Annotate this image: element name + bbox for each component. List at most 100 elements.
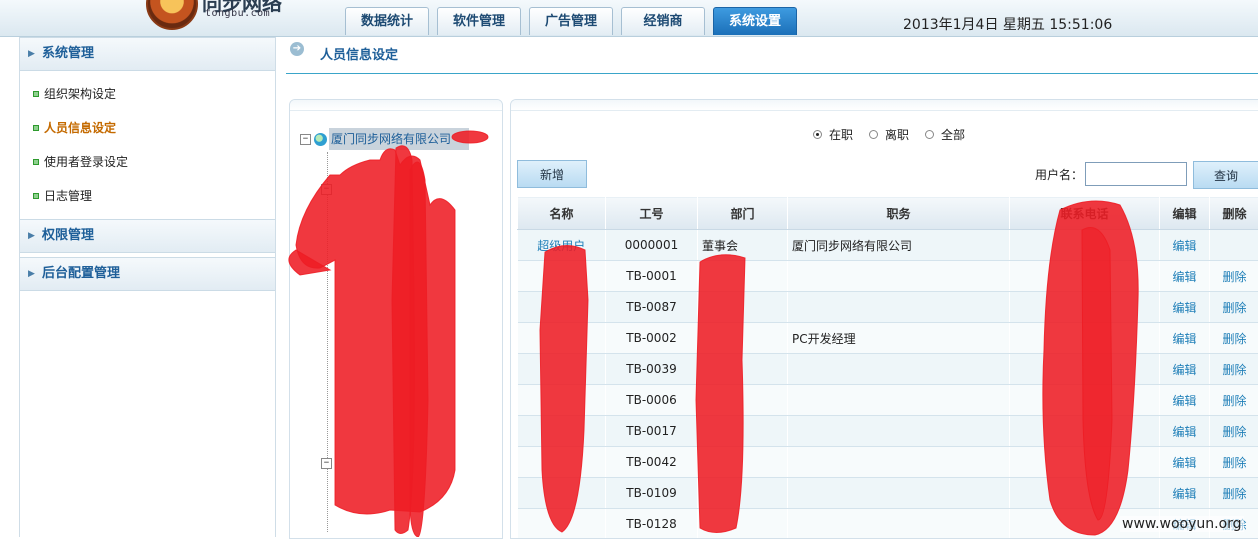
sidebar-item-login-settings[interactable]: 使用者登录设定 bbox=[20, 145, 275, 179]
cell-id: TB-0128 bbox=[606, 509, 698, 539]
cell-dept bbox=[698, 447, 788, 478]
cell-title bbox=[788, 509, 1010, 539]
status-filter: 在职 离职 全部 bbox=[813, 126, 965, 143]
sidebar-item-log-management[interactable]: 日志管理 bbox=[20, 179, 275, 213]
query-button[interactable]: 查询 bbox=[1193, 161, 1258, 189]
cell-title bbox=[788, 447, 1010, 478]
tree-root-node[interactable]: − 厦门同步网络有限公司 bbox=[300, 128, 469, 150]
delete-link[interactable]: 删除 bbox=[1210, 447, 1258, 478]
panel-header bbox=[290, 100, 502, 111]
sidebar-item-org-structure[interactable]: 组织架构设定 bbox=[20, 77, 275, 111]
cell-phone bbox=[1010, 478, 1160, 509]
edit-link[interactable]: 编辑 bbox=[1160, 230, 1210, 261]
delete-link[interactable]: 删除 bbox=[1210, 385, 1258, 416]
collapse-icon[interactable]: − bbox=[321, 458, 332, 469]
add-button[interactable]: 新增 bbox=[517, 160, 587, 188]
table-row: TB-0006 编辑 删除 bbox=[518, 385, 1258, 416]
delete-link[interactable]: 删除 bbox=[1210, 416, 1258, 447]
cell-dept bbox=[698, 292, 788, 323]
collapse-icon[interactable]: − bbox=[300, 134, 311, 145]
column-header: 名称 bbox=[518, 197, 606, 230]
edit-link[interactable]: 编辑 bbox=[1160, 447, 1210, 478]
delete-link[interactable]: 删除 bbox=[1210, 261, 1258, 292]
edit-link[interactable]: 编辑 bbox=[1160, 354, 1210, 385]
collapse-icon[interactable]: − bbox=[321, 184, 332, 195]
table-row: TB-0039 编辑 删除 bbox=[518, 354, 1258, 385]
cell-name bbox=[518, 447, 606, 478]
radio-unchecked-icon bbox=[869, 130, 878, 139]
cell-dept bbox=[698, 509, 788, 539]
sidebar-item-label: 日志管理 bbox=[44, 189, 92, 203]
logo-subtitle: tongbu.com bbox=[205, 8, 270, 19]
delete-link[interactable]: 删除 bbox=[1210, 292, 1258, 323]
edit-link[interactable]: 编辑 bbox=[1160, 292, 1210, 323]
cell-name[interactable]: 超级用户 bbox=[518, 230, 606, 261]
bullet-icon bbox=[33, 159, 39, 165]
left-sidebar: ▶ 系统管理 组织架构设定 人员信息设定 使用者登录设定 日志管理 ▶ 权限管理… bbox=[19, 37, 276, 537]
edit-link[interactable]: 编辑 bbox=[1160, 323, 1210, 354]
cell-dept bbox=[698, 261, 788, 292]
tree-connector bbox=[327, 152, 328, 532]
cell-phone bbox=[1010, 354, 1160, 385]
radio-active-staff[interactable]: 在职 bbox=[813, 126, 853, 143]
edit-link[interactable]: 编辑 bbox=[1160, 261, 1210, 292]
radio-checked-icon bbox=[813, 130, 822, 139]
column-header: 联系电话 bbox=[1010, 197, 1160, 230]
cell-id: TB-0006 bbox=[606, 385, 698, 416]
delete-link[interactable] bbox=[1210, 230, 1258, 261]
cell-dept bbox=[698, 354, 788, 385]
cell-name bbox=[518, 323, 606, 354]
edit-link[interactable]: 编辑 bbox=[1160, 416, 1210, 447]
cell-phone bbox=[1010, 230, 1160, 261]
tab-software[interactable]: 软件管理 bbox=[437, 7, 521, 35]
radio-label: 在职 bbox=[829, 126, 853, 143]
tab-system-settings[interactable]: 系统设置 bbox=[713, 7, 797, 35]
table-row: TB-0042 编辑 删除 bbox=[518, 447, 1258, 478]
table-row: TB-0002 PC开发经理 编辑 删除 bbox=[518, 323, 1258, 354]
sidebar-item-label: 使用者登录设定 bbox=[44, 155, 128, 169]
cell-title bbox=[788, 261, 1010, 292]
tab-ads[interactable]: 广告管理 bbox=[529, 7, 613, 35]
tab-statistics[interactable]: 数据统计 bbox=[345, 7, 429, 35]
radio-left-staff[interactable]: 离职 bbox=[869, 126, 909, 143]
delete-link[interactable]: 删除 bbox=[1210, 478, 1258, 509]
username-search-input[interactable] bbox=[1085, 162, 1187, 186]
cell-id: TB-0087 bbox=[606, 292, 698, 323]
cell-title bbox=[788, 416, 1010, 447]
tab-dealers[interactable]: 经销商 bbox=[621, 7, 705, 35]
sidebar-group-system[interactable]: ▶ 系统管理 bbox=[20, 37, 275, 71]
cell-id: TB-0042 bbox=[606, 447, 698, 478]
delete-link[interactable]: 删除 bbox=[1210, 354, 1258, 385]
table-row: TB-0017 编辑 删除 bbox=[518, 416, 1258, 447]
cell-name bbox=[518, 509, 606, 539]
cell-phone bbox=[1010, 416, 1160, 447]
staff-table: 名称 工号 部门 职务 联系电话 编辑 删除 超级用户 0000001 董事会 … bbox=[517, 196, 1258, 539]
cell-title bbox=[788, 385, 1010, 416]
sidebar-group-backend-config[interactable]: ▶ 后台配置管理 bbox=[20, 257, 275, 291]
cell-id: TB-0017 bbox=[606, 416, 698, 447]
cell-title: PC开发经理 bbox=[788, 323, 1010, 354]
cell-id: TB-0109 bbox=[606, 478, 698, 509]
cell-id: TB-0002 bbox=[606, 323, 698, 354]
cell-id: TB-0001 bbox=[606, 261, 698, 292]
table-row: 超级用户 0000001 董事会 厦门同步网络有限公司 编辑 bbox=[518, 230, 1258, 261]
radio-all-staff[interactable]: 全部 bbox=[925, 126, 965, 143]
sidebar-item-staff-info[interactable]: 人员信息设定 bbox=[20, 111, 275, 145]
cell-name bbox=[518, 478, 606, 509]
sidebar-group-label: 系统管理 bbox=[42, 46, 94, 61]
table-row: TB-0087 编辑 删除 bbox=[518, 292, 1258, 323]
panel-header bbox=[511, 100, 1258, 111]
sidebar-group-permissions[interactable]: ▶ 权限管理 bbox=[20, 219, 275, 253]
logo-icon bbox=[146, 0, 198, 30]
edit-link[interactable]: 编辑 bbox=[1160, 385, 1210, 416]
edit-link[interactable]: 编辑 bbox=[1160, 478, 1210, 509]
chevron-right-icon: ▶ bbox=[28, 220, 35, 252]
cell-dept bbox=[698, 478, 788, 509]
delete-link[interactable]: 删除 bbox=[1210, 323, 1258, 354]
cell-title bbox=[788, 292, 1010, 323]
cell-id: TB-0039 bbox=[606, 354, 698, 385]
bullet-icon bbox=[33, 193, 39, 199]
top-header: 同步网络 tongbu.com 数据统计 软件管理 广告管理 经销商 系统设置 … bbox=[0, 0, 1258, 37]
cell-title: 厦门同步网络有限公司 bbox=[788, 230, 1010, 261]
radio-label: 离职 bbox=[885, 126, 909, 143]
